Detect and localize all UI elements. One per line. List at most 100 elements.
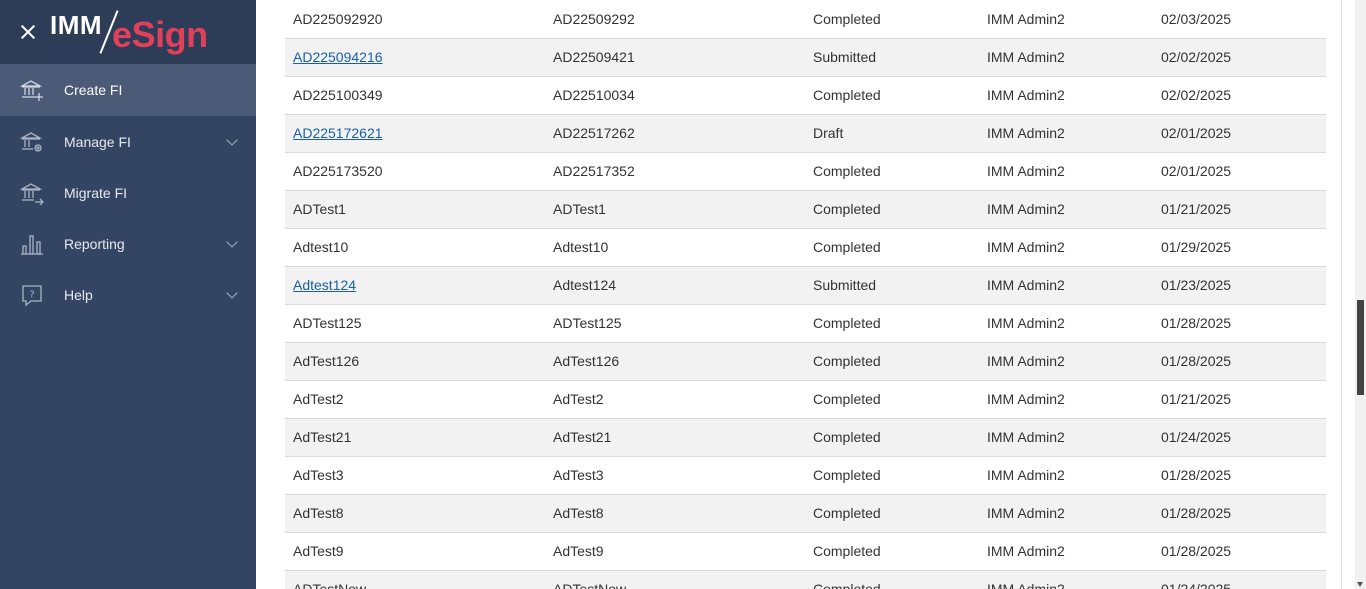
table-row: AdTest126 AdTest126 Completed IMM Admin2 01/… <box>285 342 1326 380</box>
row-user-cell: IMM Admin2 <box>987 277 1065 293</box>
main-content: AD225092920 AD22509292 Completed IMM Admin2… <box>256 0 1366 589</box>
row-name-cell: ADTest125 <box>553 315 622 331</box>
row-date-cell: 01/28/2025 <box>1161 543 1232 559</box>
row-name-cell: AdTest126 <box>553 353 620 369</box>
row-id-cell: AdTest9 <box>293 543 344 559</box>
row-id-cell: AdTest21 <box>293 429 352 445</box>
row-id-cell: Adtest124 <box>285 266 545 304</box>
row-date-cell: 01/23/2025 <box>1161 277 1232 293</box>
row-name-cell: ADTestNow <box>553 581 627 589</box>
row-id-link[interactable]: Adtest124 <box>293 277 356 293</box>
row-name-cell: AdTest9 <box>553 543 604 559</box>
row-date-cell: 02/01/2025 <box>1161 163 1232 179</box>
sidebar-item-label: Manage FI <box>64 133 131 150</box>
row-id-cell: AD225172621 <box>285 114 545 152</box>
results-panel: AD225092920 AD22509292 Completed IMM Admin2… <box>256 0 1342 589</box>
row-status-cell: Completed <box>813 163 881 179</box>
sidebar: IMM eSign Create FI Manage FI Migrate FI… <box>0 0 256 589</box>
scroll-down-arrow-icon[interactable] <box>1357 582 1363 587</box>
logo-imm-text: IMM <box>50 9 103 40</box>
table-row: AD225094216 AD22509421 Submitted IMM Admin2… <box>285 38 1326 76</box>
table-row: ADTest125 ADTest125 Completed IMM Admin2 01/… <box>285 304 1326 342</box>
row-status-cell: Completed <box>813 581 881 589</box>
chevron-down-icon <box>226 287 238 299</box>
results-table-body: AD225092920 AD22509292 Completed IMM Admin2… <box>285 0 1326 589</box>
table-row: AD225092920 AD22509292 Completed IMM Admin2… <box>285 0 1326 38</box>
row-status-cell: Completed <box>813 543 881 559</box>
row-date-cell: 02/01/2025 <box>1161 125 1232 141</box>
row-status-cell: Completed <box>813 391 881 407</box>
row-date-cell: 02/03/2025 <box>1161 10 1232 27</box>
row-id-cell: AD225100349 <box>293 87 383 103</box>
sidebar-nav: Create FI Manage FI Migrate FI Reporting… <box>0 64 256 320</box>
row-status-cell: Completed <box>813 429 881 445</box>
row-user-cell: IMM Admin2 <box>987 49 1065 65</box>
sidebar-item-reporting[interactable]: Reporting <box>0 218 256 269</box>
row-user-cell: IMM Admin2 <box>987 87 1065 103</box>
sidebar-item-migrate-fi[interactable]: Migrate FI <box>0 167 256 218</box>
row-user-cell: IMM Admin2 <box>987 163 1065 179</box>
row-id-cell: AD225094216 <box>285 38 545 76</box>
row-id-cell: AdTest3 <box>293 467 344 483</box>
row-status-cell: Completed <box>813 201 881 217</box>
table-row: AdTest3 AdTest3 Completed IMM Admin2 01/28/2… <box>285 456 1326 494</box>
row-id-cell: AdTest2 <box>293 391 344 407</box>
row-user-cell: IMM Admin2 <box>987 125 1065 141</box>
row-id-cell: AdTest8 <box>293 505 344 521</box>
row-id-cell: AD225092920 <box>293 10 383 27</box>
table-row: AdTest2 AdTest2 Completed IMM Admin2 01/21/2… <box>285 380 1326 418</box>
close-icon[interactable] <box>18 22 38 42</box>
sidebar-item-label: Help <box>64 286 93 303</box>
row-date-cell: 01/24/2025 <box>1161 429 1232 445</box>
row-user-cell: IMM Admin2 <box>987 543 1065 559</box>
row-user-cell: IMM Admin2 <box>987 505 1065 521</box>
row-status-cell: Draft <box>813 125 844 141</box>
sidebar-item-label: Reporting <box>64 235 125 252</box>
row-name-cell: AdTest8 <box>553 505 604 521</box>
bar-chart-icon <box>20 232 44 256</box>
sidebar-item-help[interactable]: ? Help <box>0 269 256 320</box>
row-id-cell: ADTest1 <box>293 201 346 217</box>
row-date-cell: 01/28/2025 <box>1161 505 1232 521</box>
row-name-cell: AdTest3 <box>553 467 604 483</box>
row-name-cell: AdTest2 <box>553 391 604 407</box>
row-date-cell: 01/24/2025 <box>1161 581 1232 589</box>
sidebar-item-manage-fi[interactable]: Manage FI <box>0 116 256 167</box>
row-status-cell: Completed <box>813 467 881 483</box>
row-user-cell: IMM Admin2 <box>987 429 1065 445</box>
app-logo: IMM eSign <box>50 0 208 64</box>
table-row: ADTestNow ADTestNow Completed IMM Admin2 01/… <box>285 570 1326 589</box>
row-status-cell: Submitted <box>813 277 877 293</box>
sidebar-item-create-fi[interactable]: Create FI <box>0 64 256 116</box>
table-row: AD225172621 AD22517262 Draft IMM Admin2 02/0… <box>285 114 1326 152</box>
row-id-cell: AdTest126 <box>293 353 360 369</box>
row-user-cell: IMM Admin2 <box>987 315 1065 331</box>
row-user-cell: IMM Admin2 <box>987 581 1065 589</box>
table-row: Adtest10 Adtest10 Completed IMM Admin2 01/29… <box>285 228 1326 266</box>
row-status-cell: Completed <box>813 315 881 331</box>
table-row: AD225173520 AD22517352 Completed IMM Admin2… <box>285 152 1326 190</box>
row-id-cell: Adtest10 <box>293 239 349 255</box>
row-date-cell: 01/28/2025 <box>1161 315 1232 331</box>
row-id-link[interactable]: AD225172621 <box>293 125 383 141</box>
vertical-scrollbar[interactable] <box>1355 0 1366 589</box>
row-name-cell: AdTest21 <box>553 429 612 445</box>
scrollbar-thumb[interactable] <box>1357 300 1364 395</box>
sidebar-item-label: Create FI <box>64 82 123 98</box>
row-date-cell: 02/02/2025 <box>1161 49 1232 65</box>
row-date-cell: 01/21/2025 <box>1161 391 1232 407</box>
row-date-cell: 02/02/2025 <box>1161 87 1232 103</box>
row-id-link[interactable]: AD225094216 <box>293 49 383 65</box>
help-icon: ? <box>20 283 44 307</box>
row-name-cell: AD22509292 <box>553 10 635 27</box>
table-row: AdTest21 AdTest21 Completed IMM Admin2 01/24… <box>285 418 1326 456</box>
chevron-down-icon <box>226 236 238 248</box>
row-name-cell: Adtest124 <box>553 277 617 293</box>
table-row: ADTest1 ADTest1 Completed IMM Admin2 01/21/2… <box>285 190 1326 228</box>
row-user-cell: IMM Admin2 <box>987 467 1065 483</box>
row-name-cell: ADTest1 <box>553 201 606 217</box>
logo-esign-text: eSign <box>112 14 208 55</box>
table-row: Adtest124 Adtest124 Submitted IMM Admin2 01/… <box>285 266 1326 304</box>
row-status-cell: Completed <box>813 505 881 521</box>
row-name-cell: AD22517352 <box>553 163 635 179</box>
